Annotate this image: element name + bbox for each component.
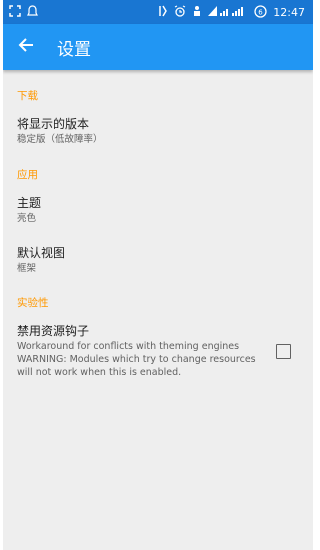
pref-summary: 框架 xyxy=(17,262,37,274)
section-header-app: 应用 xyxy=(17,168,38,181)
pref-summary: 稳定版（低故障率） xyxy=(17,134,103,145)
notification-icon xyxy=(27,5,38,19)
back-button[interactable] xyxy=(3,24,49,70)
battery-icon: 6 xyxy=(254,4,267,20)
pref-title: 主题 xyxy=(17,195,42,210)
status-bar-right: 6 12:47 xyxy=(158,4,305,20)
person-icon xyxy=(192,5,202,19)
expand-icon xyxy=(9,5,21,19)
status-bar: 6 12:47 xyxy=(3,0,313,24)
disable-resource-hooks-checkbox[interactable] xyxy=(276,343,291,359)
svg-text:6: 6 xyxy=(259,8,264,16)
pref-display-version[interactable]: 将显示的版本 稳定版（低故障率） xyxy=(3,109,313,155)
status-bar-left xyxy=(9,5,38,19)
pref-title: 将显示的版本 xyxy=(17,117,90,131)
pref-disable-resource-hooks[interactable]: 禁用资源钩子 Workaround for conflicts with the… xyxy=(3,316,313,387)
network-icon xyxy=(158,5,168,19)
section-header-experimental: 实验性 xyxy=(17,297,49,310)
pref-summary: Workaround for conflicts with theming en… xyxy=(17,341,256,379)
pref-title: 默认视图 xyxy=(17,245,66,260)
pref-title: 禁用资源钩子 xyxy=(17,324,90,339)
arrow-left-icon xyxy=(18,37,34,57)
pref-default-view[interactable]: 默认视图 框架 xyxy=(3,238,313,284)
alarm-icon xyxy=(174,5,186,19)
app-toolbar: 设置 xyxy=(3,24,313,70)
status-time: 12:47 xyxy=(273,5,305,19)
signal-icon xyxy=(208,5,248,19)
pref-theme[interactable]: 主题 亮色 xyxy=(3,188,313,234)
pref-summary: 亮色 xyxy=(17,212,37,224)
section-header-download: 下载 xyxy=(17,90,38,102)
settings-list: 下载 将显示的版本 稳定版（低故障率） 应用 主题 亮色 默认视图 框架 实验性 xyxy=(3,70,313,388)
page-title: 设置 xyxy=(57,39,91,60)
app-frame: 6 12:47 设置 下载 将显示的版本 稳定版（低故障率） 应用 主题 亮色 xyxy=(3,0,313,550)
